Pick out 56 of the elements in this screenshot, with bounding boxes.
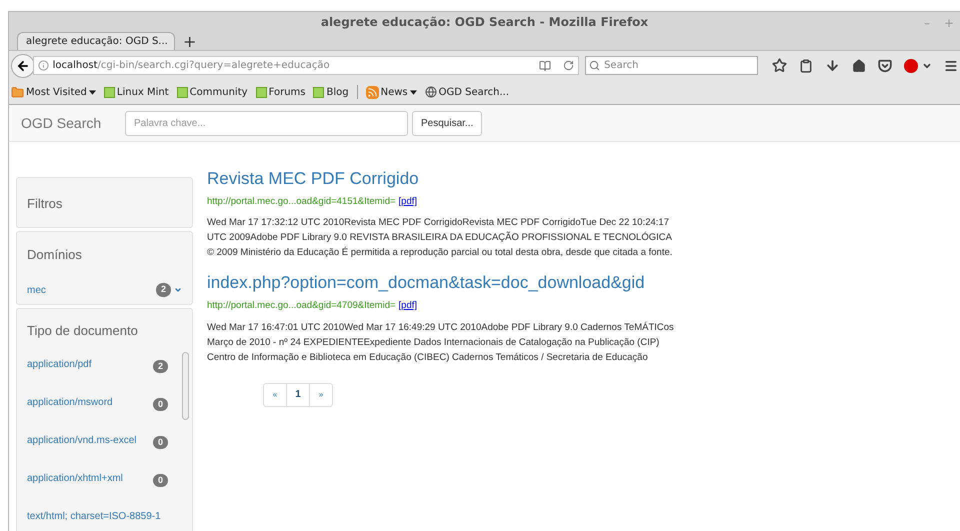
page-button[interactable]: 1 (286, 382, 310, 406)
search-button[interactable]: Pesquisar... (412, 110, 482, 136)
page-button[interactable]: « (263, 382, 287, 406)
pdf-link[interactable]: [pdf] (398, 195, 418, 210)
count-badge: 0 (152, 474, 168, 488)
download-icon[interactable] (824, 58, 840, 73)
bookmark-item[interactable]: OGD Search... (424, 84, 510, 100)
info-icon (38, 60, 49, 71)
pdf-link[interactable]: [pdf] (398, 299, 418, 314)
document-type-link[interactable]: application/xhtml+xml (27, 471, 153, 486)
bookmark-star-icon[interactable] (772, 58, 787, 73)
keyword-field[interactable]: Palavra chave... (125, 110, 408, 136)
scrollbar-thumb[interactable] (182, 352, 189, 420)
document-type-link[interactable]: application/pdf (27, 357, 153, 372)
menu-icon[interactable] (944, 58, 958, 72)
panel-title: Filtros (27, 196, 62, 211)
result-snippet: Wed Mar 17 16:47:01 UTC 2010Wed Mar 17 16:49:29 UTC 2010Adobe PDF Library 9.0 Cadernos TeMÁTICos Março de 2010 - nº 24 EXPEDIENTEExpediente Dados Internacionais de Catalogação na Publicação (CIP) Centro de Informação e Biblioteca em Educação (CIBEC) Cadernos Temáticos / Secretaria de Educação (207, 320, 675, 364)
count-badge: 2 (156, 283, 171, 297)
caret-icon[interactable] (174, 286, 182, 294)
bookmark-item[interactable]: Linux Mint (104, 84, 169, 100)
count-badge: 0 (152, 436, 168, 450)
window-title: alegrete educação: OGD Search - Mozilla Firefox (320, 14, 648, 31)
count-badge: 2 (152, 360, 168, 374)
result-title-link[interactable]: index.php?option=com_docman&task=doc_download&gid (207, 272, 679, 294)
search-icon (589, 60, 600, 71)
result-title-link[interactable]: Revista MEC PDF Corrigido (207, 168, 679, 190)
pocket-icon[interactable] (878, 58, 892, 72)
brand-title[interactable]: OGD Search (21, 112, 115, 134)
address-field[interactable]: localhost/cgi-bin/search.cgi?query=alegrete+educação (32, 56, 580, 75)
bookmark-item[interactable]: Most Visited (11, 84, 96, 100)
domain-link[interactable]: mec (27, 282, 156, 298)
result-url: http://portal.mec.go...oad&gid=4151&Itemid= (207, 195, 396, 209)
panel-title: Domínios (27, 246, 83, 264)
bookmark-item[interactable]: Community (176, 84, 248, 100)
bookmark-item[interactable]: Blog (313, 84, 349, 100)
clipboard-icon[interactable] (798, 58, 813, 72)
page-button[interactable]: » (309, 382, 333, 406)
document-type-link[interactable]: application/msword (27, 395, 153, 410)
browser-tab[interactable]: alegrete educação: OGD S... (17, 32, 175, 50)
home-icon[interactable] (852, 58, 866, 72)
document-type-link[interactable]: text/html; charset=ISO-8859-1 (27, 509, 182, 524)
panel-title: Tipo de documento (27, 322, 139, 340)
back-button[interactable] (11, 54, 35, 78)
rss-icon (366, 86, 379, 98)
bookmark-item[interactable]: News (366, 84, 417, 100)
document-type-link[interactable]: application/vnd.ms-excel (27, 433, 153, 448)
new-tab-button[interactable]: + (179, 34, 200, 50)
folder-icon (11, 86, 24, 98)
bookmark-item[interactable]: Forums (256, 84, 306, 100)
search-field[interactable]: Search (585, 56, 758, 75)
result-snippet: Wed Mar 17 17:32:12 UTC 2010Revista MEC PDF CorrigidoRevista MEC PDF CorrigidoTue Dec 22 10:24:17 UTC 2009Adobe PDF Library 9.0 REVISTA BRASILEIRA DA EDUCAÇÃO PROFISSIONAL E TECNOLÓGICA © 2009 Ministério da Educação É permitida a reprodução parcial ou total desta obra, desde que citada a fonte. (207, 216, 674, 260)
globe-icon (424, 86, 437, 98)
result-url: http://portal.mec.go...oad&gid=4709&Itemid= (207, 299, 396, 314)
reload-icon[interactable] (563, 60, 574, 71)
reader-icon[interactable] (539, 60, 552, 72)
count-badge: 0 (152, 398, 168, 412)
